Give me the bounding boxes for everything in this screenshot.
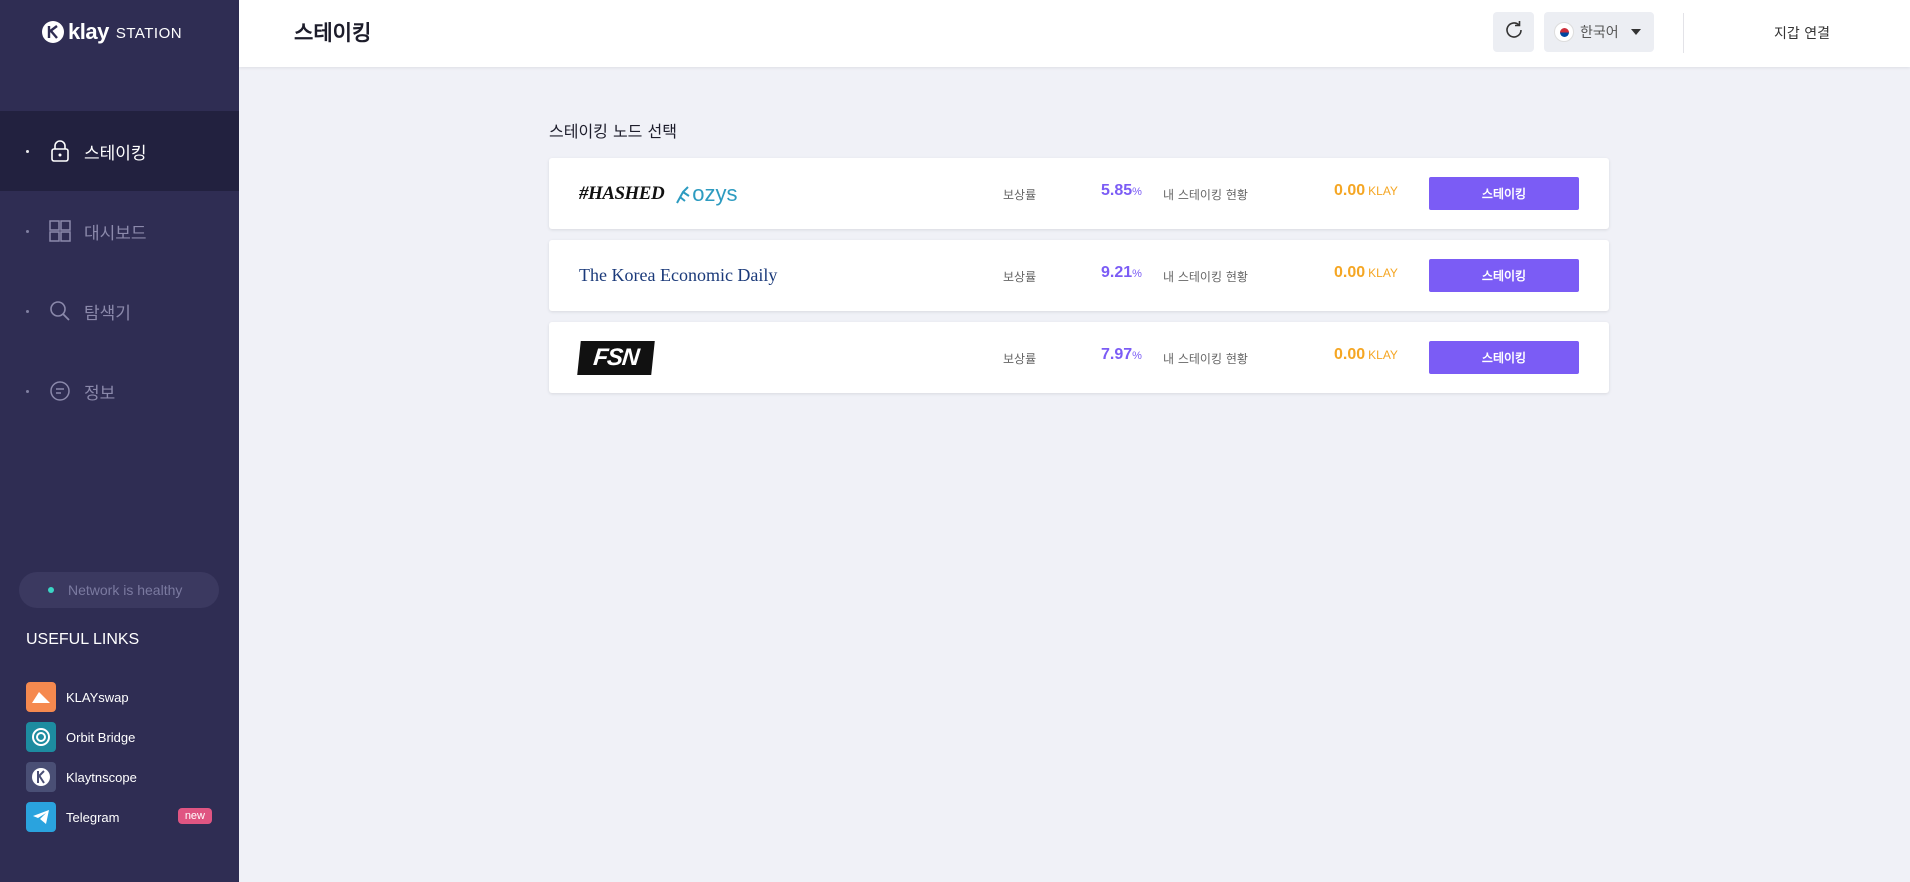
reward-rate-value: 5.85% [1101,182,1142,199]
refresh-button[interactable] [1493,12,1534,52]
fsn-logo-text: FSN [577,340,655,375]
nav-label: 스테이킹 [84,143,147,164]
section-title: 스테이킹 노드 선택 [549,122,677,141]
link-orbit-bridge[interactable]: Orbit Bridge [26,717,212,757]
page-title: 스테이킹 [294,21,372,45]
status-dot [48,587,54,593]
hashed-logo-text: #HASHED [579,182,665,204]
language-select[interactable]: 한국어 [1544,12,1654,52]
info-chat-icon [49,380,71,402]
link-label: Orbit Bridge [66,729,136,745]
ozys-logo-text: ozys [692,180,738,206]
my-staking-amount: 0.00 KLAY [1334,182,1398,199]
nav-bullet [26,389,29,393]
header-divider [1683,13,1684,53]
sidebar-nav: 스테이킹 대시보드 탐색기 정보 [0,111,239,431]
nav-bullet [26,229,29,233]
link-telegram[interactable]: Telegram new [26,797,212,837]
link-label: KLAYswap [66,689,129,705]
search-icon [49,300,71,322]
brand-sub: STATION [115,25,183,42]
language-label: 한국어 [1580,25,1619,41]
telegram-icon [26,802,56,832]
top-header: 스테이킹 한국어 지갑 연결 [239,0,1910,67]
useful-links-title: USEFUL LINKS [26,631,140,648]
link-label: Telegram [66,809,120,825]
my-staking-amount: 0.00 KLAY [1334,346,1398,363]
refresh-icon [1503,19,1525,45]
sidebar: klay STATION 스테이킹 대시보드 탐색기 정보 Network is… [0,0,239,882]
korea-flag-icon [1554,22,1574,42]
nav-item-staking[interactable]: 스테이킹 [0,111,239,191]
connect-wallet-button[interactable]: 지갑 연결 [1774,23,1830,43]
reward-rate-label: 보상률 [1003,270,1037,284]
link-klaytnscope[interactable]: Klaytnscope [26,757,212,797]
reward-rate-label: 보상률 [1003,352,1037,366]
my-staking-label: 내 스테이킹 현황 [1163,352,1248,366]
klayswap-icon [26,682,56,712]
nav-item-explorer[interactable]: 탐색기 [0,271,239,351]
korea-economic-daily-logo: The Korea Economic Daily [579,240,777,311]
node-card-hashed-ozys: #HASHED ozys 보상률 5.85% 내 스테이킹 현황 0.00 KLA… [549,158,1609,229]
ozys-logo: ozys [674,181,737,207]
network-status-text: Network is healthy [68,582,183,598]
nav-label: 대시보드 [84,223,147,244]
nav-label: 정보 [84,383,116,404]
korea-economic-daily-logo-text: The Korea Economic Daily [579,265,778,285]
nav-bullet [26,309,29,313]
orbit-bridge-icon [26,722,56,752]
link-klayswap[interactable]: KLAYswap [26,677,212,717]
my-staking-label: 내 스테이킹 현황 [1163,188,1248,202]
reward-rate-value: 9.21% [1101,264,1142,281]
caret-down-icon [1630,29,1641,35]
my-staking-amount: 0.00 KLAY [1334,264,1398,281]
fsn-logo: FSN [577,322,655,393]
stake-button[interactable]: 스테이킹 [1429,259,1579,292]
stake-button[interactable]: 스테이킹 [1429,341,1579,374]
node-card-fsn: FSN 보상률 7.97% 내 스테이킹 현황 0.00 KLAY 스테이킹 [549,322,1609,393]
nav-item-info[interactable]: 정보 [0,351,239,431]
nav-item-dashboard[interactable]: 대시보드 [0,191,239,271]
my-staking-label: 내 스테이킹 현황 [1163,270,1248,284]
reward-rate-label: 보상률 [1003,188,1037,202]
node-card-korea-economic-daily: The Korea Economic Daily 보상률 9.21% 내 스테이… [549,240,1609,311]
nav-label: 탐색기 [84,303,131,324]
brand-name: klay [68,19,109,44]
lock-icon [49,140,71,162]
stake-button[interactable]: 스테이킹 [1429,177,1579,210]
link-label: Klaytnscope [66,769,137,785]
klay-station-logo[interactable]: klay STATION [42,19,183,44]
reward-rate-value: 7.97% [1101,346,1142,363]
hashed-ozys-logo: #HASHED ozys [579,158,737,229]
useful-links-list: KLAYswap Orbit Bridge Klaytnscope Telegr… [26,677,212,837]
nav-bullet [26,149,29,153]
new-badge: new [177,808,212,824]
klaytnscope-icon [26,762,56,792]
klay-logo-icon [42,21,64,43]
dashboard-icon [49,220,71,242]
network-status: Network is healthy [19,572,219,608]
